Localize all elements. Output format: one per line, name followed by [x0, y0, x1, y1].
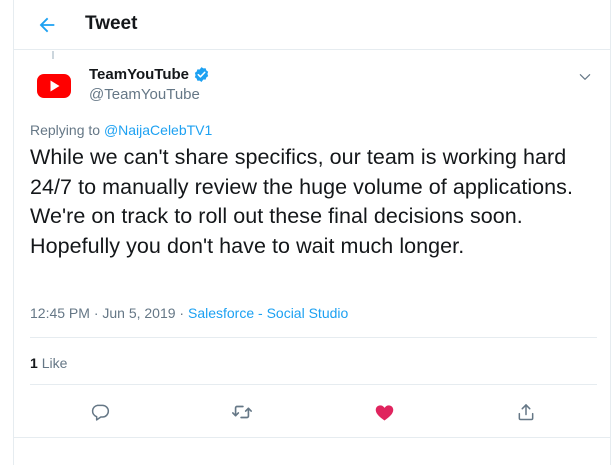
- share-button[interactable]: [509, 395, 543, 429]
- author-handle[interactable]: @TeamYouTube: [89, 86, 200, 103]
- back-button[interactable]: [32, 10, 62, 40]
- replying-prefix: Replying to: [30, 122, 101, 138]
- divider: [30, 384, 597, 385]
- share-icon: [516, 402, 536, 422]
- like-icon: [374, 402, 395, 423]
- tweet-timestamp[interactable]: 12:45 PM · Jun 5, 2019 ·: [30, 305, 188, 321]
- author-display-name: TeamYouTube: [89, 66, 190, 83]
- thread-connector: [52, 51, 54, 59]
- header: Tweet: [14, 0, 610, 50]
- tweet-metadata: 12:45 PM · Jun 5, 2019 · Salesforce - So…: [30, 305, 348, 321]
- tweet-author: TeamYouTube @TeamYouTube: [14, 62, 610, 110]
- mention-link[interactable]: @NaijaCelebTV1: [104, 122, 212, 138]
- like-label: Like: [41, 355, 68, 371]
- likes-stat[interactable]: 1 Like: [30, 355, 67, 371]
- verified-badge-icon: [193, 66, 210, 83]
- arrow-left-icon: [36, 14, 58, 36]
- divider: [14, 437, 610, 438]
- avatar[interactable]: [30, 66, 78, 106]
- reply-icon: [90, 402, 110, 422]
- divider: [30, 337, 597, 338]
- author-name-link[interactable]: TeamYouTube: [89, 66, 210, 83]
- reply-button[interactable]: [83, 395, 117, 429]
- like-button[interactable]: [367, 395, 401, 429]
- page-title: Tweet: [85, 13, 138, 34]
- tweet-detail-panel: Tweet TeamYouTube @TeamYouTube Replying …: [13, 0, 611, 465]
- more-options-button[interactable]: [574, 66, 596, 88]
- youtube-logo-icon: [37, 73, 71, 99]
- tweet-source-link[interactable]: Salesforce - Social Studio: [188, 305, 348, 321]
- retweet-icon: [231, 401, 253, 423]
- retweet-button[interactable]: [225, 395, 259, 429]
- chevron-down-icon: [578, 70, 592, 84]
- like-count: 1: [30, 355, 38, 371]
- tweet-actions: [14, 395, 610, 429]
- tweet-text: While we can't share specifics, our team…: [30, 145, 574, 258]
- replying-to: Replying to @NaijaCelebTV1: [30, 122, 212, 138]
